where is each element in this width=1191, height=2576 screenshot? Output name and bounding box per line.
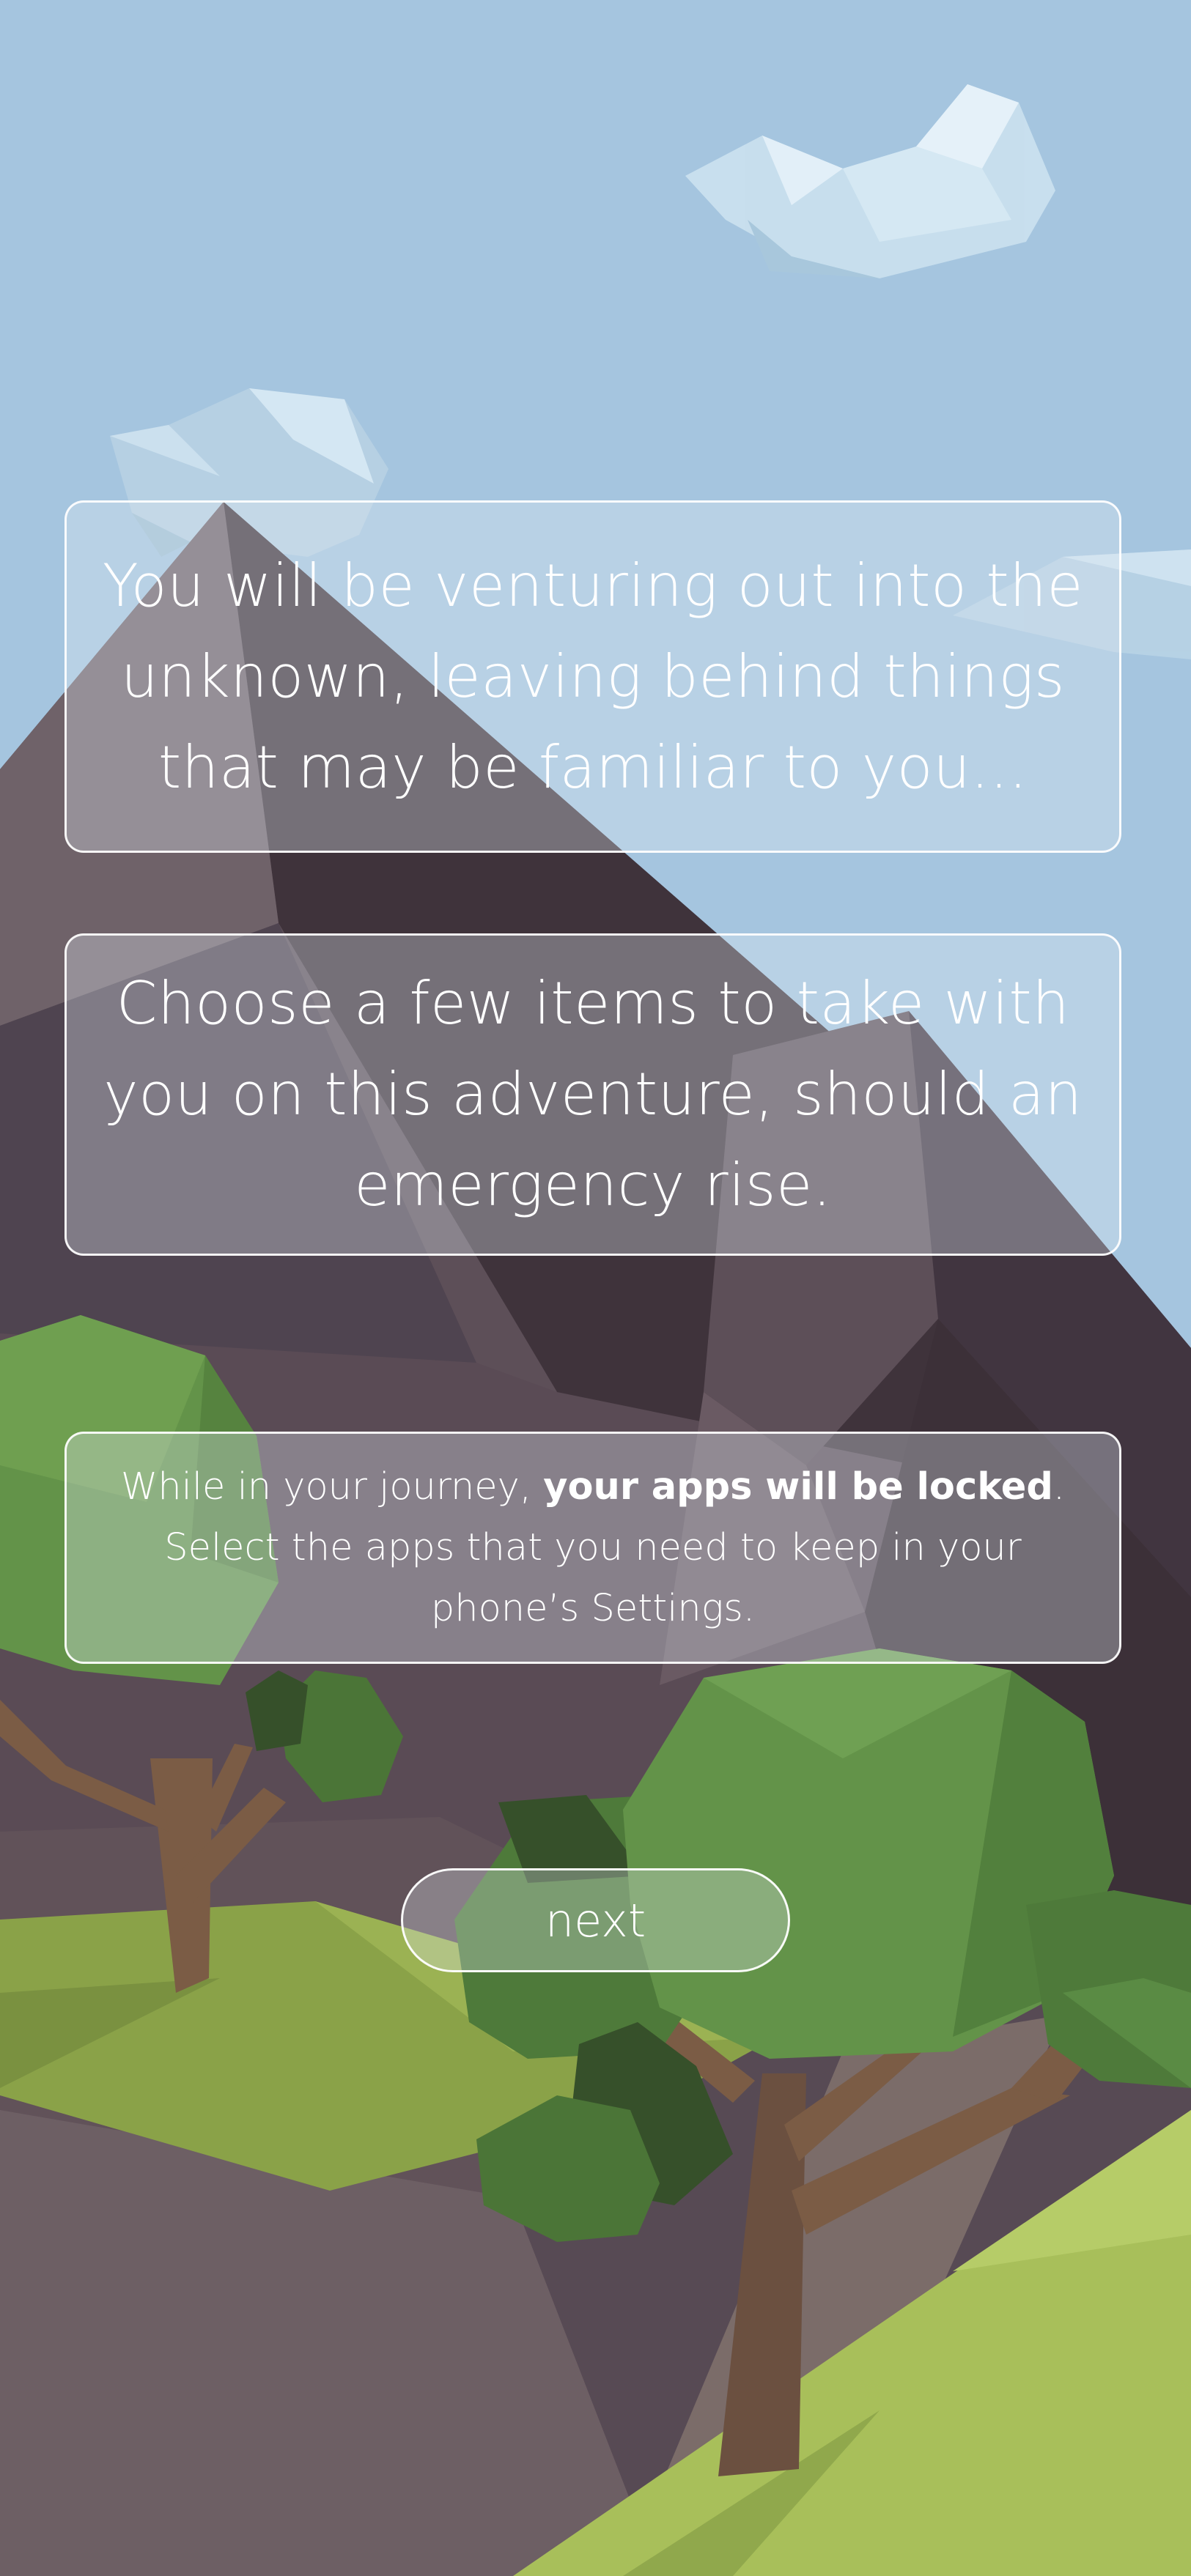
intro-line-3: that may be familiar to you... <box>158 733 1028 802</box>
choose-items-card: Choose a few items to take with you on t… <box>64 933 1121 1256</box>
apps-locked-notice-card: While in your journey, your apps will be… <box>64 1432 1121 1664</box>
intro-line-1: You will be venturing out into the <box>102 551 1084 620</box>
choose-line-3: emergency rise. <box>354 1151 832 1219</box>
choose-line-1: Choose a few items to take with <box>116 969 1070 1037</box>
notice-suffix: . <box>1052 1465 1066 1509</box>
mountain-landscape-illustration <box>0 0 1191 2576</box>
notice-line-2: Select the apps that you need to keep in… <box>164 1526 1022 1569</box>
notice-bold: your apps will be locked <box>543 1465 1053 1509</box>
notice-prefix: While in your journey, <box>120 1465 544 1509</box>
intro-line-2: unknown, leaving behind things <box>120 642 1066 711</box>
intro-message-card: You will be venturing out into the unkno… <box>64 500 1121 853</box>
next-button[interactable]: next <box>401 1868 790 1972</box>
notice-line-3: phone’s Settings. <box>430 1587 756 1630</box>
choose-line-2: you on this adventure, should an <box>103 1060 1083 1128</box>
